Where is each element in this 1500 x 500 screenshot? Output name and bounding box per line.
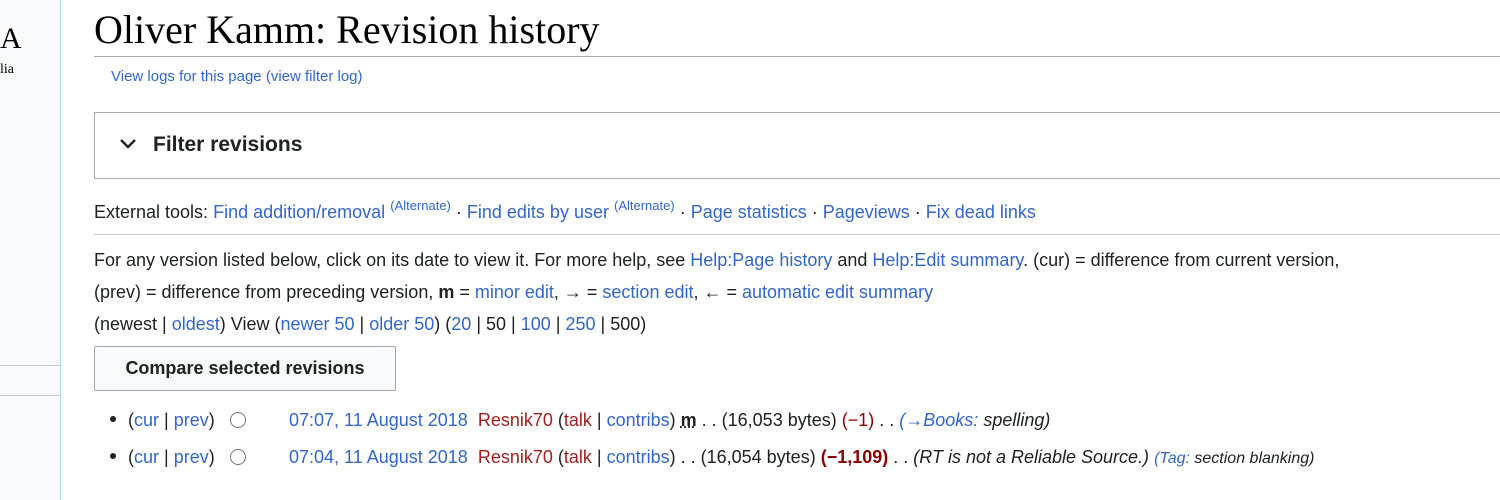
filter-revisions-title: Filter revisions xyxy=(153,133,303,156)
tag-link[interactable]: (Tag: xyxy=(1154,450,1190,467)
help-text: (prev) = difference from preceding versi… xyxy=(94,282,439,302)
revision-details: 07:04, 11 August 2018 Resnik70 (talk | c… xyxy=(289,447,1315,467)
user-contribs-link[interactable]: contribs xyxy=(607,447,670,467)
wikipedia-logo-subtitle-fragment[interactable]: lia xyxy=(0,62,14,78)
edit-summary-text: spelling) xyxy=(978,410,1051,430)
find-addition-removal-alternate-link[interactable]: (Alternate) xyxy=(390,198,451,213)
chevron-down-icon xyxy=(120,139,136,149)
nav-text: | xyxy=(157,314,172,334)
help-text: = xyxy=(454,282,475,302)
main-content: Oliver Kamm: Revision history View logs … xyxy=(94,0,1500,500)
revision-size: (16,053 bytes) xyxy=(721,410,837,430)
tool-separator: · xyxy=(806,202,823,222)
diff-links: (cur | prev) xyxy=(128,447,215,467)
view-logs-link[interactable]: View logs for this page xyxy=(111,68,262,85)
limit-50-current: 50 xyxy=(486,314,507,334)
nav-text: | xyxy=(354,314,370,334)
bullet xyxy=(110,453,116,459)
user-talk-link[interactable]: talk xyxy=(564,447,592,467)
limit-20-link[interactable]: 20 xyxy=(451,314,471,334)
newest-label: newest xyxy=(100,314,158,334)
sidebar-divider xyxy=(0,365,60,366)
user-contribs-link[interactable]: contribs xyxy=(607,410,670,430)
tool-separator: · xyxy=(674,202,691,222)
newer-50-link[interactable]: newer 50 xyxy=(280,314,354,334)
nav-text: ) ( xyxy=(434,314,452,334)
limit-500-link[interactable]: 500 xyxy=(610,314,640,334)
nav-text: | xyxy=(471,314,486,334)
help-text: , ← = xyxy=(693,282,742,302)
nav-text: ) View ( xyxy=(219,314,281,334)
user-link[interactable]: Resnik70 xyxy=(478,410,553,430)
section-arrow-link[interactable]: (→Books: xyxy=(899,410,978,430)
sidebar-divider xyxy=(0,395,60,396)
find-addition-removal-link[interactable]: Find addition/removal xyxy=(213,202,385,222)
page-title: Oliver Kamm: Revision history xyxy=(94,6,1500,57)
nav-text: ) xyxy=(640,314,647,334)
help-text: . (cur) = difference from current versio… xyxy=(1023,250,1340,270)
tool-separator: · xyxy=(450,202,467,222)
help-line-1: For any version listed below, click on i… xyxy=(94,244,1339,276)
diff-links: (cur | prev) xyxy=(128,410,215,430)
revision-radio[interactable] xyxy=(230,412,246,428)
minor-edit-link[interactable]: minor edit xyxy=(475,282,554,302)
nav-text: | xyxy=(595,314,611,334)
size-diff: (−1,109) xyxy=(820,447,889,467)
external-tools: External tools: Find addition/removal (A… xyxy=(94,198,1036,223)
find-edits-by-user-link[interactable]: Find edits by user xyxy=(467,202,609,222)
help-text: and xyxy=(832,250,873,270)
automatic-edit-summary-link[interactable]: automatic edit summary xyxy=(742,282,933,302)
help-line-2: (prev) = difference from preceding versi… xyxy=(94,276,1339,308)
revision-date-link[interactable]: 07:07, 11 August 2018 xyxy=(289,410,468,430)
tag-value: section blanking) xyxy=(1189,450,1315,467)
help-edit-summary-link[interactable]: Help:Edit summary xyxy=(872,250,1023,270)
help-text: For any version listed below, click on i… xyxy=(94,250,691,270)
help-page-history-link[interactable]: Help:Page history xyxy=(690,250,832,270)
revision-radio[interactable] xyxy=(230,449,246,465)
filter-revisions-toggle[interactable]: Filter revisions xyxy=(94,112,1500,179)
sidebar: A lia xyxy=(0,0,61,500)
wikipedia-logo-fragment[interactable]: A xyxy=(0,24,22,54)
cur-diff-link[interactable]: cur xyxy=(134,447,159,467)
revision-details: 07:07, 11 August 2018 Resnik70 (talk | c… xyxy=(289,410,1051,430)
external-tools-label: External tools: xyxy=(94,202,209,222)
minor-edit-marker: m xyxy=(680,410,697,430)
cur-diff-link[interactable]: cur xyxy=(134,410,159,430)
pageviews-link[interactable]: Pageviews xyxy=(823,202,910,222)
nav-text: | xyxy=(506,314,521,334)
edit-summary: (→Books: spelling) xyxy=(899,410,1050,430)
user-talk-link[interactable]: talk xyxy=(564,410,592,430)
revision-tag: (Tag: section blanking) xyxy=(1154,450,1314,467)
nav-text: | xyxy=(550,314,566,334)
find-edits-by-user-alternate-link[interactable]: (Alternate) xyxy=(614,198,675,213)
tool-separator: · xyxy=(909,202,926,222)
page-statistics-link[interactable]: Page statistics xyxy=(691,202,807,222)
compare-selected-revisions-button[interactable]: Compare selected revisions xyxy=(94,346,396,391)
fix-dead-links-link[interactable]: Fix dead links xyxy=(926,202,1036,222)
minor-edit-marker: m xyxy=(438,282,455,302)
history-help-text: For any version listed below, click on i… xyxy=(94,244,1339,340)
section-edit-link[interactable]: section edit xyxy=(602,282,693,302)
help-text: , → = xyxy=(553,282,603,302)
revision-size: (16,054 bytes) xyxy=(700,447,816,467)
oldest-link[interactable]: oldest xyxy=(172,314,220,334)
limit-100-link[interactable]: 100 xyxy=(521,314,551,334)
prev-diff-link[interactable]: prev xyxy=(174,410,209,430)
older-50-link[interactable]: older 50 xyxy=(369,314,434,334)
external-tools-divider xyxy=(94,234,1500,235)
page-logs: View logs for this page (view filter log… xyxy=(111,68,363,85)
revision-date-link[interactable]: 07:04, 11 August 2018 xyxy=(289,447,468,467)
size-diff: (−1) xyxy=(841,410,875,430)
prev-diff-link[interactable]: prev xyxy=(174,447,209,467)
bullet xyxy=(110,416,116,422)
edit-summary: (RT is not a Reliable Source.) xyxy=(913,447,1150,467)
view-filter-log-link[interactable]: (view filter log) xyxy=(266,68,363,85)
limit-250-link[interactable]: 250 xyxy=(565,314,595,334)
user-link[interactable]: Resnik70 xyxy=(478,447,553,467)
paging-nav: (newest | oldest) View (newer 50 | older… xyxy=(94,308,1339,340)
